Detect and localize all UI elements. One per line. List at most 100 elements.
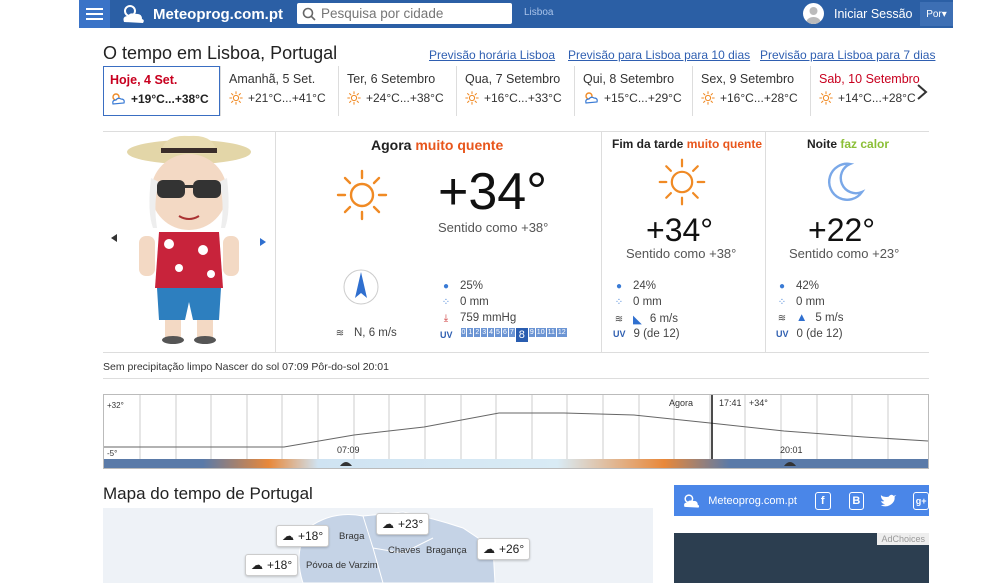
night-humidity-value: 42%	[796, 280, 820, 292]
divider	[103, 378, 929, 379]
uv-scale-step: 2	[474, 328, 481, 337]
now-condition: muito quente	[415, 137, 504, 153]
now-feels-like: Sentido como +38°	[438, 220, 549, 235]
google-plus-icon[interactable]: g+	[913, 491, 929, 510]
sun-cloud-icon	[110, 92, 126, 106]
ad-choices-label[interactable]: AdChoices	[877, 533, 929, 545]
day-tab-name: Amanhã, 5 Set.	[229, 72, 316, 86]
search-input[interactable]	[321, 6, 501, 21]
day-tab-name: Qui, 8 Setembro	[583, 72, 675, 86]
sun-icon	[658, 158, 706, 206]
mascot-prev-arrow-icon	[111, 234, 117, 242]
hamburger-menu-button[interactable]	[79, 0, 110, 28]
sun-summary: Sem precipitação limpo Nascer do sol 07:…	[103, 361, 389, 373]
divider	[765, 132, 766, 352]
day-tab[interactable]: Sab, 10 Setembro +14°C...+28°C	[810, 66, 928, 116]
uv-scale-step: 7	[508, 328, 515, 337]
link-10-days[interactable]: Previsão para Lisboa para 10 dias	[568, 48, 750, 62]
now-wind: ≋ N, 6 m/s	[334, 327, 397, 339]
day-tab-temp: +24°C...+38°C	[347, 91, 456, 105]
weather-map[interactable]: ☁ +18° ☁ +23° ☁ +26° ☁ +18° Braga Chaves Bra…	[103, 508, 653, 583]
rain-icon: ⁘	[777, 296, 787, 308]
night-label: Noite	[807, 137, 837, 151]
day-tab[interactable]: Hoje, 4 Set. +19°C...+38°C	[103, 66, 220, 116]
map-city-label: Póvoa de Varzim	[306, 560, 378, 571]
day-tab-temp-value: +16°C...+28°C	[720, 91, 798, 105]
site-logo[interactable]: Meteoprog.com.pt	[118, 2, 283, 26]
chart-time-temp: +34°	[749, 398, 768, 408]
day-tab-temp-value: +24°C...+38°C	[366, 91, 444, 105]
evening-wind-value: 6 m/s	[649, 313, 678, 325]
uv-label: UV	[613, 329, 626, 339]
chevron-right-icon[interactable]	[915, 83, 929, 101]
wind-icon: ≋	[777, 312, 787, 324]
evening-feels-like: Sentido como +38°	[626, 246, 737, 261]
evening-uv-value: 9 (de 12)	[633, 328, 680, 340]
map-temp-value: +23°	[398, 517, 424, 531]
day-tab[interactable]: Qua, 7 Setembro +16°C...+33°C	[456, 66, 574, 116]
chart-sunrise-label: 07:09	[337, 445, 360, 455]
vk-icon[interactable]: B	[848, 491, 865, 510]
evening-uv: UV 9 (de 12)	[613, 328, 680, 340]
day-tabs: Hoje, 4 Set. +19°C...+38°C Amanhã, 5 Set. +…	[103, 66, 933, 116]
evening-humidity-value: 24%	[633, 280, 657, 292]
day-tab-name: Sex, 9 Setembro	[701, 72, 795, 86]
map-temp-value: +18°	[267, 558, 293, 572]
wind-direction-icon: ◣	[633, 314, 642, 326]
uv-scale-step: 0	[460, 328, 467, 337]
day-tab-name: Qua, 7 Setembro	[465, 72, 561, 86]
day-tab-temp-value: +16°C...+33°C	[484, 91, 562, 105]
link-hourly[interactable]: Previsão horária Lisboa	[429, 48, 555, 62]
day-tab[interactable]: Ter, 6 Setembro +24°C...+38°C	[338, 66, 456, 116]
map-temp-pill[interactable]: ☁ +18°	[245, 554, 299, 576]
drop-icon: ●	[778, 280, 786, 292]
day-tab-name: Sab, 10 Setembro	[819, 72, 920, 86]
uv-scale-step: 8	[515, 328, 528, 342]
day-tab[interactable]: Qui, 8 Setembro +15°C...+29°C	[574, 66, 692, 116]
evening-humidity: ● 24%	[613, 280, 656, 292]
day-tab-temp: +14°C...+28°C	[819, 91, 928, 105]
chart-sunset-label: 20:01	[780, 445, 803, 455]
map-temp-pill[interactable]: ☁ +18°	[276, 525, 330, 547]
map-city-label: Bragança	[426, 545, 467, 556]
evening-precip: ⁘ 0 mm	[613, 296, 662, 308]
chart-min-label: -5°	[107, 449, 117, 458]
day-tab[interactable]: Amanhã, 5 Set. +21°C...+41°C	[220, 66, 338, 116]
day-tab-temp-value: +21°C...+41°C	[248, 91, 326, 105]
drop-icon: ●	[442, 280, 450, 292]
day-tab-name: Ter, 6 Setembro	[347, 72, 436, 86]
login-link[interactable]: Iniciar Sessão	[803, 3, 913, 24]
day-tab-temp-value: +19°C...+38°C	[131, 92, 209, 106]
ad-banner[interactable]: AdChoices	[674, 533, 929, 583]
drop-icon: ●	[615, 280, 623, 292]
divider	[601, 132, 602, 352]
day-tab-temp-value: +14°C...+28°C	[838, 91, 916, 105]
night-wind: ≋ ▲ 5 m/s	[776, 312, 844, 324]
twitter-icon[interactable]	[880, 493, 897, 509]
sun-icon	[465, 91, 479, 105]
language-selector[interactable]: Por▾	[920, 2, 953, 26]
link-7-days[interactable]: Previsão para Lisboa para 7 dias	[760, 48, 935, 62]
chart-time-label: 17:41	[719, 398, 742, 408]
map-temp-pill[interactable]: ☁ +23°	[376, 513, 430, 535]
moon-icon	[827, 162, 866, 201]
day-tab-temp: +16°C...+28°C	[701, 91, 810, 105]
top-bar: Meteoprog.com.pt Lisboa Iniciar Sessão P…	[79, 0, 953, 28]
current-city-tag[interactable]: Lisboa	[524, 7, 553, 18]
chart-now-label: Agora	[669, 398, 693, 408]
map-temp-pill[interactable]: ☁ +26°	[477, 538, 531, 560]
search-box[interactable]	[297, 3, 512, 24]
night-humidity: ● 42%	[776, 280, 819, 292]
uv-scale-step: 3	[481, 328, 488, 337]
facebook-icon[interactable]: f	[814, 491, 831, 510]
hourly-temperature-chart: +32° -5° Agora 17:41 +34° 07:09 20:01	[103, 394, 929, 469]
night-temperature: +22°	[808, 212, 876, 248]
pressure-icon: ⤓	[443, 312, 449, 324]
rain-icon: ⁘	[614, 296, 624, 308]
night-precip: ⁘ 0 mm	[776, 296, 825, 308]
now-temperature: +34°	[438, 163, 548, 221]
night-uv-value: 0 (de 12)	[796, 328, 843, 340]
now-humidity: ● 25%	[440, 280, 483, 292]
cloud-icon: ☁	[251, 558, 263, 572]
day-tab[interactable]: Sex, 9 Setembro +16°C...+28°C	[692, 66, 810, 116]
